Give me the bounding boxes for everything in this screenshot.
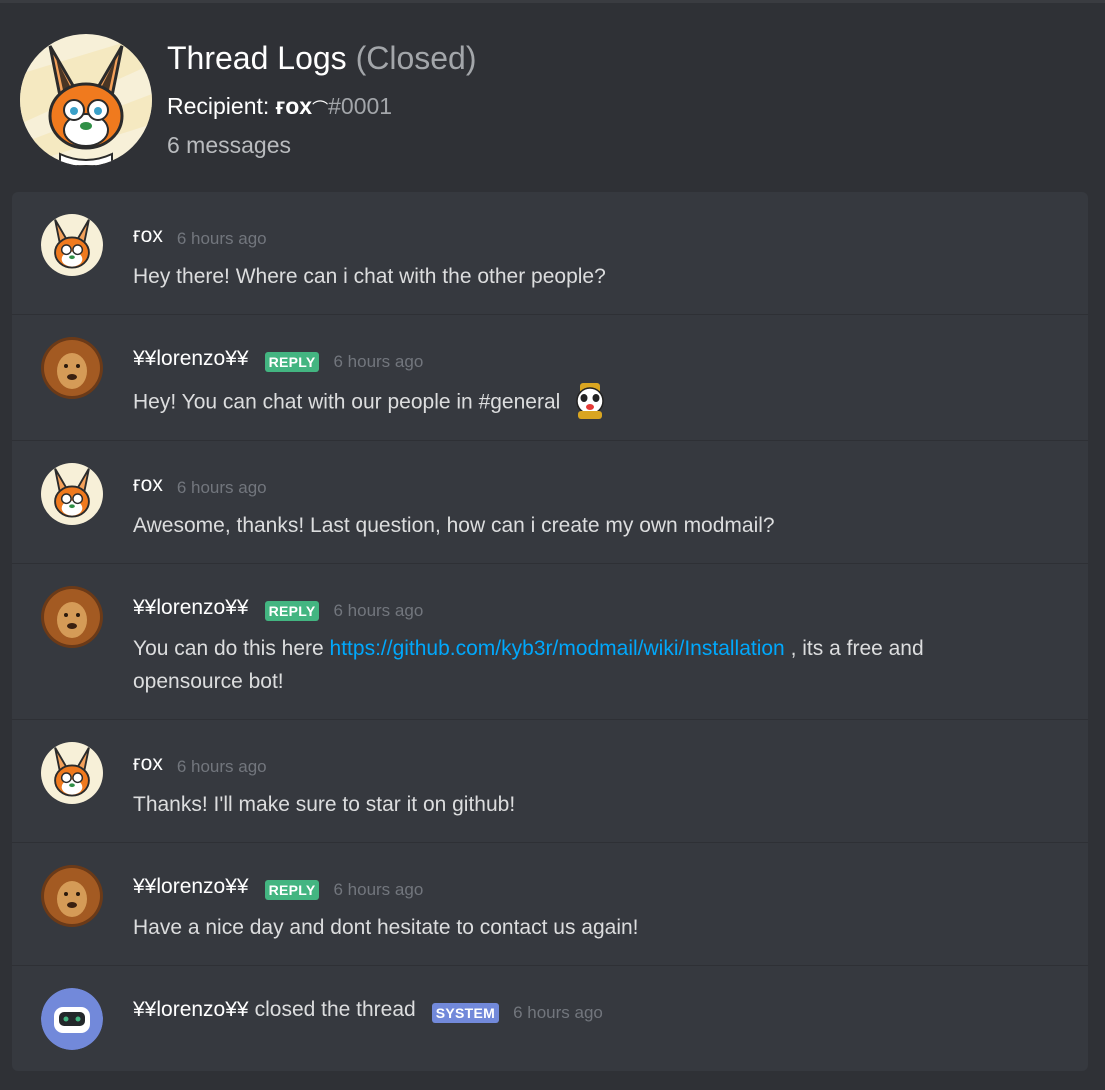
message-item: ¥¥lorenzo¥¥ REPLY 6 hours ago Hey! You c… [12,315,1088,441]
message-text: Awesome, thanks! Last question, how can … [133,514,775,537]
lion-avatar-icon [41,337,103,399]
message-meta: ¥¥lorenzo¥¥ REPLY 6 hours ago [133,347,424,372]
message-text: Thanks! I'll make sure to star it on git… [133,793,516,816]
fox-avatar-icon [20,34,152,166]
bot-avatar-icon [41,988,103,1050]
message-item: ғox 6 hours ago Thanks! I'll make sure t… [12,720,1088,843]
author-name[interactable]: ғox [133,473,163,497]
panda-emoji-icon [570,381,610,421]
lion-avatar-icon [41,865,103,927]
message-meta: ¥¥lorenzo¥¥ closed the thread SYSTEM 6 h… [133,998,603,1023]
thread-header: Thread Logs (Closed) Recipient: ғox⌒#000… [20,34,1080,168]
message-meta: ¥¥lorenzo¥¥ REPLY 6 hours ago [133,875,424,900]
system-badge: SYSTEM [431,1003,500,1023]
recipient-label: Recipient: [167,93,270,119]
timestamp: 6 hours ago [513,1003,603,1022]
timestamp: 6 hours ago [176,229,267,248]
author-name[interactable]: ғox [133,224,163,248]
system-action-text: closed the thread [254,998,416,1021]
lion-avatar-icon [41,586,103,648]
message-meta: ғox 6 hours ago [133,473,267,497]
message-text: Hey! You can chat with our people in #ge… [133,383,1033,423]
timestamp: 6 hours ago [176,478,267,497]
message-item: ¥¥lorenzo¥¥ REPLY 6 hours ago Have a nic… [12,843,1088,966]
recipient-name: ғox [275,93,313,119]
fox-avatar-icon [41,463,103,525]
author-name[interactable]: ¥¥lorenzo¥¥ [133,596,249,620]
author-name[interactable]: ¥¥lorenzo¥¥ [133,347,249,371]
timestamp: 6 hours ago [333,601,424,620]
message-text: Have a nice day and dont hesitate to con… [133,916,639,939]
installation-link[interactable]: https://github.com/kyb3r/modmail/wiki/In… [330,637,785,660]
message-meta: ¥¥lorenzo¥¥ REPLY 6 hours ago [133,596,424,621]
fox-avatar-icon [41,214,103,276]
timestamp: 6 hours ago [176,757,267,776]
title-text: Thread Logs [167,40,347,76]
message-text: Hey there! Where can i chat with the oth… [133,265,606,288]
message-text: You can do this here https://github.com/… [133,632,1003,698]
author-name[interactable]: ¥¥lorenzo¥¥ [133,875,249,899]
message-item: ғox 6 hours ago Awesome, thanks! Last qu… [12,441,1088,564]
recipient-line: Recipient: ғox⌒#0001 [167,93,392,120]
message-count: 6 messages [167,132,292,158]
author-name[interactable]: ¥¥lorenzo¥¥ [133,998,249,1022]
timestamp: 6 hours ago [333,880,424,899]
thread-status: (Closed) [355,40,477,76]
message-body: You can do this here [133,637,324,660]
reply-badge: REPLY [264,880,320,900]
fox-avatar-icon [41,742,103,804]
eye-glyph-icon: ⌒ [312,101,329,118]
recipient-discriminator: #0001 [328,93,393,119]
timestamp: 6 hours ago [333,352,424,371]
message-body: Hey! You can chat with our people in #ge… [133,390,561,414]
author-name[interactable]: ғox [133,752,163,776]
top-border [0,0,1105,3]
system-message-item: ¥¥lorenzo¥¥ closed the thread SYSTEM 6 h… [12,966,1088,1071]
message-item: ¥¥lorenzo¥¥ REPLY 6 hours ago You can do… [12,564,1088,720]
page-title: Thread Logs (Closed) [167,40,476,77]
messages-panel: ғox 6 hours ago Hey there! Where can i c… [12,192,1088,1071]
message-meta: ғox 6 hours ago [133,752,267,776]
message-item: ғox 6 hours ago Hey there! Where can i c… [12,192,1088,315]
reply-badge: REPLY [264,601,320,621]
reply-badge: REPLY [264,352,320,372]
message-meta: ғox 6 hours ago [133,224,267,248]
